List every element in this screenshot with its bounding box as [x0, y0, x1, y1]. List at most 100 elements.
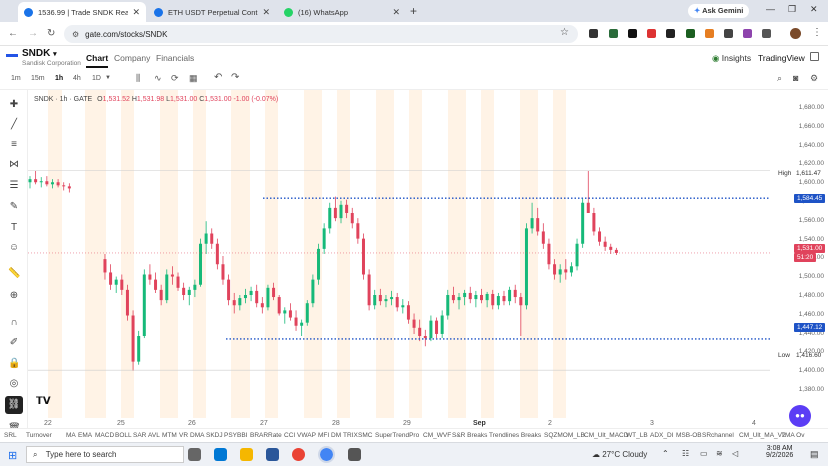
indicator-skdj[interactable]: SKDJ [206, 432, 223, 439]
battery-icon[interactable]: ▭ [700, 449, 708, 458]
ask-gemini-button[interactable]: ✦ Ask Gemini [688, 4, 750, 18]
file-explorer-icon[interactable] [240, 448, 253, 461]
indicator-smc[interactable]: SMC [358, 432, 372, 439]
fib-icon[interactable]: ☰ [8, 180, 20, 192]
indicator-cm-ult-ma-v2[interactable]: CM_Ult_MA_V2 [739, 432, 786, 439]
settings-icon[interactable]: ⚙ [810, 73, 818, 84]
back-icon[interactable]: ← [8, 28, 18, 39]
candlestick-chart[interactable] [28, 90, 770, 418]
pencil-lock-icon[interactable]: ✐ [8, 337, 20, 349]
close-icon[interactable]: ✕ [392, 7, 400, 18]
minimize-icon[interactable]: — [766, 4, 775, 14]
menu-kebab-icon[interactable]: ⋮ [812, 27, 822, 38]
new-tab-button[interactable]: + [410, 4, 417, 18]
eye-icon[interactable]: ◎ [8, 378, 20, 390]
extension-icon[interactable] [743, 29, 752, 38]
wifi-icon[interactable]: ≋ [716, 449, 723, 458]
indicator-trendlines-breaks[interactable]: Trendlines Breaks [489, 432, 541, 439]
lock-icon[interactable]: 🔒 [8, 358, 20, 370]
indicator-s-r-breaks[interactable]: S&R Breaks [452, 432, 487, 439]
indicators-icon[interactable]: ∿ [154, 73, 162, 84]
taskbar-search-input[interactable]: ⌕ Type here to search [26, 446, 184, 463]
tab-chart[interactable]: Chart [86, 53, 109, 68]
tab-whatsapp[interactable]: (16) WhatsApp ✕ [278, 2, 406, 22]
magnet-icon[interactable]: ∩ [8, 317, 20, 329]
text-icon[interactable]: T [8, 222, 20, 234]
extension-icon[interactable] [666, 29, 675, 38]
notifications-icon[interactable]: ▤ [810, 449, 819, 460]
forward-icon[interactable]: → [28, 28, 38, 39]
indicator-mfi[interactable]: MFI [318, 432, 329, 439]
link-icon[interactable]: ⛓ [5, 396, 23, 414]
edge-icon[interactable] [214, 448, 227, 461]
maximize-icon[interactable]: ❐ [788, 4, 796, 15]
trend-line-icon[interactable]: ╱ [8, 119, 20, 131]
layout-icon[interactable]: ▦ [189, 73, 198, 84]
tray-chevron-icon[interactable]: ⌃ [662, 449, 669, 458]
interval-1m[interactable]: 1m [11, 75, 21, 82]
brush-icon[interactable]: ✎ [8, 201, 20, 213]
reload-icon[interactable]: ↻ [47, 28, 55, 39]
indicator-cm-ult-macd[interactable]: CM_Ult_MACD [584, 432, 628, 439]
indicator-rate[interactable]: Rate [268, 432, 282, 439]
chrome-icon[interactable] [292, 448, 305, 461]
indicator-msb-ob[interactable]: MSB-OB [676, 432, 702, 439]
ruler-icon[interactable]: 📏 [8, 268, 20, 280]
indicator-cm-wvf[interactable]: CM_WVF [423, 432, 451, 439]
tab-sndk[interactable]: 1536.99 | Trade SNDK Real-Tim ✕ [18, 2, 146, 22]
url-field[interactable]: ⚙ gate.com/stocks/SNDK [64, 25, 578, 43]
indicator-bbi[interactable]: BBI [237, 432, 247, 439]
interval-4h[interactable]: 4h [73, 75, 81, 82]
network-icon[interactable]: ☷ [682, 449, 689, 458]
indicator-dma[interactable]: DMA [190, 432, 204, 439]
indicator-sar[interactable]: SAR [133, 432, 146, 439]
zoom-in-icon[interactable]: ⊕ [8, 290, 20, 302]
bookmark-star-icon[interactable]: ☆ [560, 27, 569, 38]
clock[interactable]: 3:08 AM 9/2/2026 [766, 445, 793, 459]
extension-icon[interactable] [647, 29, 656, 38]
horizontal-lines-icon[interactable]: ≡ [8, 139, 20, 151]
extension-icon[interactable] [686, 29, 695, 38]
price-axis[interactable]: 1,680.00 1,660.00 1,640.00 1,620.00 1,600.00… [770, 90, 828, 428]
indicator-psy[interactable]: PSY [224, 432, 237, 439]
indicator-avl[interactable]: AVL [148, 432, 160, 439]
close-icon[interactable]: ✕ [262, 7, 270, 18]
tab-company[interactable]: Company [114, 53, 150, 63]
indicator-boll[interactable]: BOLL [115, 432, 132, 439]
close-window-icon[interactable]: ✕ [810, 4, 818, 15]
candle-type-icon[interactable]: ⫼ [136, 73, 140, 84]
close-icon[interactable]: ✕ [132, 7, 140, 18]
interval-dropdown-icon[interactable]: ▼ [105, 75, 111, 81]
chrome-active-icon[interactable] [318, 446, 335, 463]
extension-icon[interactable] [724, 29, 733, 38]
indicator-brar[interactable]: BRAR [250, 432, 268, 439]
chart-area[interactable]: SNDK · 1h · GATE O1,531.52 H1,531.98 L1,… [28, 90, 770, 418]
avatar[interactable] [790, 28, 801, 39]
indicator-tma-ov[interactable]: TMA Ov [781, 432, 804, 439]
indicator-srchannel[interactable]: SRchannel [702, 432, 734, 439]
indicator-ema[interactable]: EMA [78, 432, 92, 439]
weather-widget[interactable]: ☁ 27°C Cloudy [592, 450, 647, 459]
indicator-trix[interactable]: TRIX [343, 432, 358, 439]
insights-button[interactable]: ◉ Insights [712, 53, 751, 64]
indicator-sqzmom-lb[interactable]: SQZMOM_LB [544, 432, 585, 439]
indicator-srl[interactable]: SRL [4, 432, 17, 439]
task-view-icon[interactable] [188, 448, 201, 461]
windows-start-icon[interactable]: ⊞ [8, 449, 17, 462]
indicator-turnover[interactable]: Turnover [26, 432, 52, 439]
store-icon[interactable] [266, 448, 279, 461]
site-info-icon[interactable]: ⚙ [72, 30, 79, 39]
time-axis[interactable]: 22 25 26 27 28 29 Sep 2 3 4 [28, 418, 770, 428]
indicator-macd[interactable]: MACD [95, 432, 114, 439]
fullscreen-icon[interactable] [810, 52, 819, 61]
indicator-wt-lb[interactable]: WT_LB [626, 432, 648, 439]
indicator-vr[interactable]: VR [179, 432, 188, 439]
extension-icon[interactable] [628, 29, 637, 38]
indicator-dm[interactable]: DM [331, 432, 341, 439]
tab-eth-usdt[interactable]: ETH USDT Perpetual Contract ( ✕ [148, 2, 276, 22]
settings-gear-icon[interactable] [348, 448, 361, 461]
indicator-supertrendpro[interactable]: SuperTrendPro [375, 432, 419, 439]
compare-icon[interactable]: ⟳ [171, 73, 179, 84]
camera-icon[interactable]: ◙ [793, 73, 798, 83]
extension-icon[interactable] [609, 29, 618, 38]
